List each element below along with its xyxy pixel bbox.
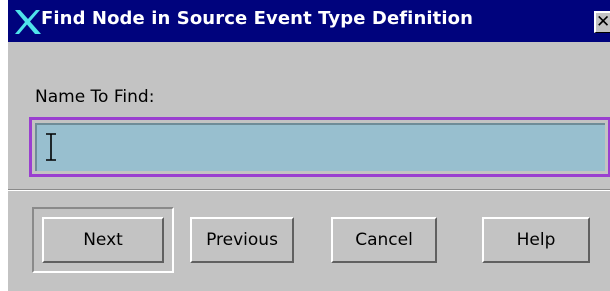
button-row: Next Previous Cancel Help bbox=[8, 207, 610, 273]
name-input-focus-ring bbox=[29, 117, 610, 177]
separator bbox=[8, 189, 610, 191]
help-button[interactable]: Help bbox=[482, 217, 590, 263]
title-bar[interactable]: Find Node in Source Event Type Definitio… bbox=[8, 0, 610, 42]
name-to-find-label: Name To Find: bbox=[35, 87, 155, 107]
close-icon: ✕ bbox=[596, 12, 610, 32]
find-node-dialog: Find Node in Source Event Type Definitio… bbox=[8, 0, 610, 291]
close-button[interactable]: ✕ bbox=[594, 11, 610, 33]
x-logo-icon bbox=[14, 9, 42, 35]
cancel-button[interactable]: Cancel bbox=[331, 217, 437, 263]
name-to-find-input[interactable] bbox=[35, 123, 605, 171]
previous-button[interactable]: Previous bbox=[190, 217, 294, 263]
next-button[interactable]: Next bbox=[42, 217, 164, 263]
dialog-title: Find Node in Source Event Type Definitio… bbox=[41, 8, 473, 29]
